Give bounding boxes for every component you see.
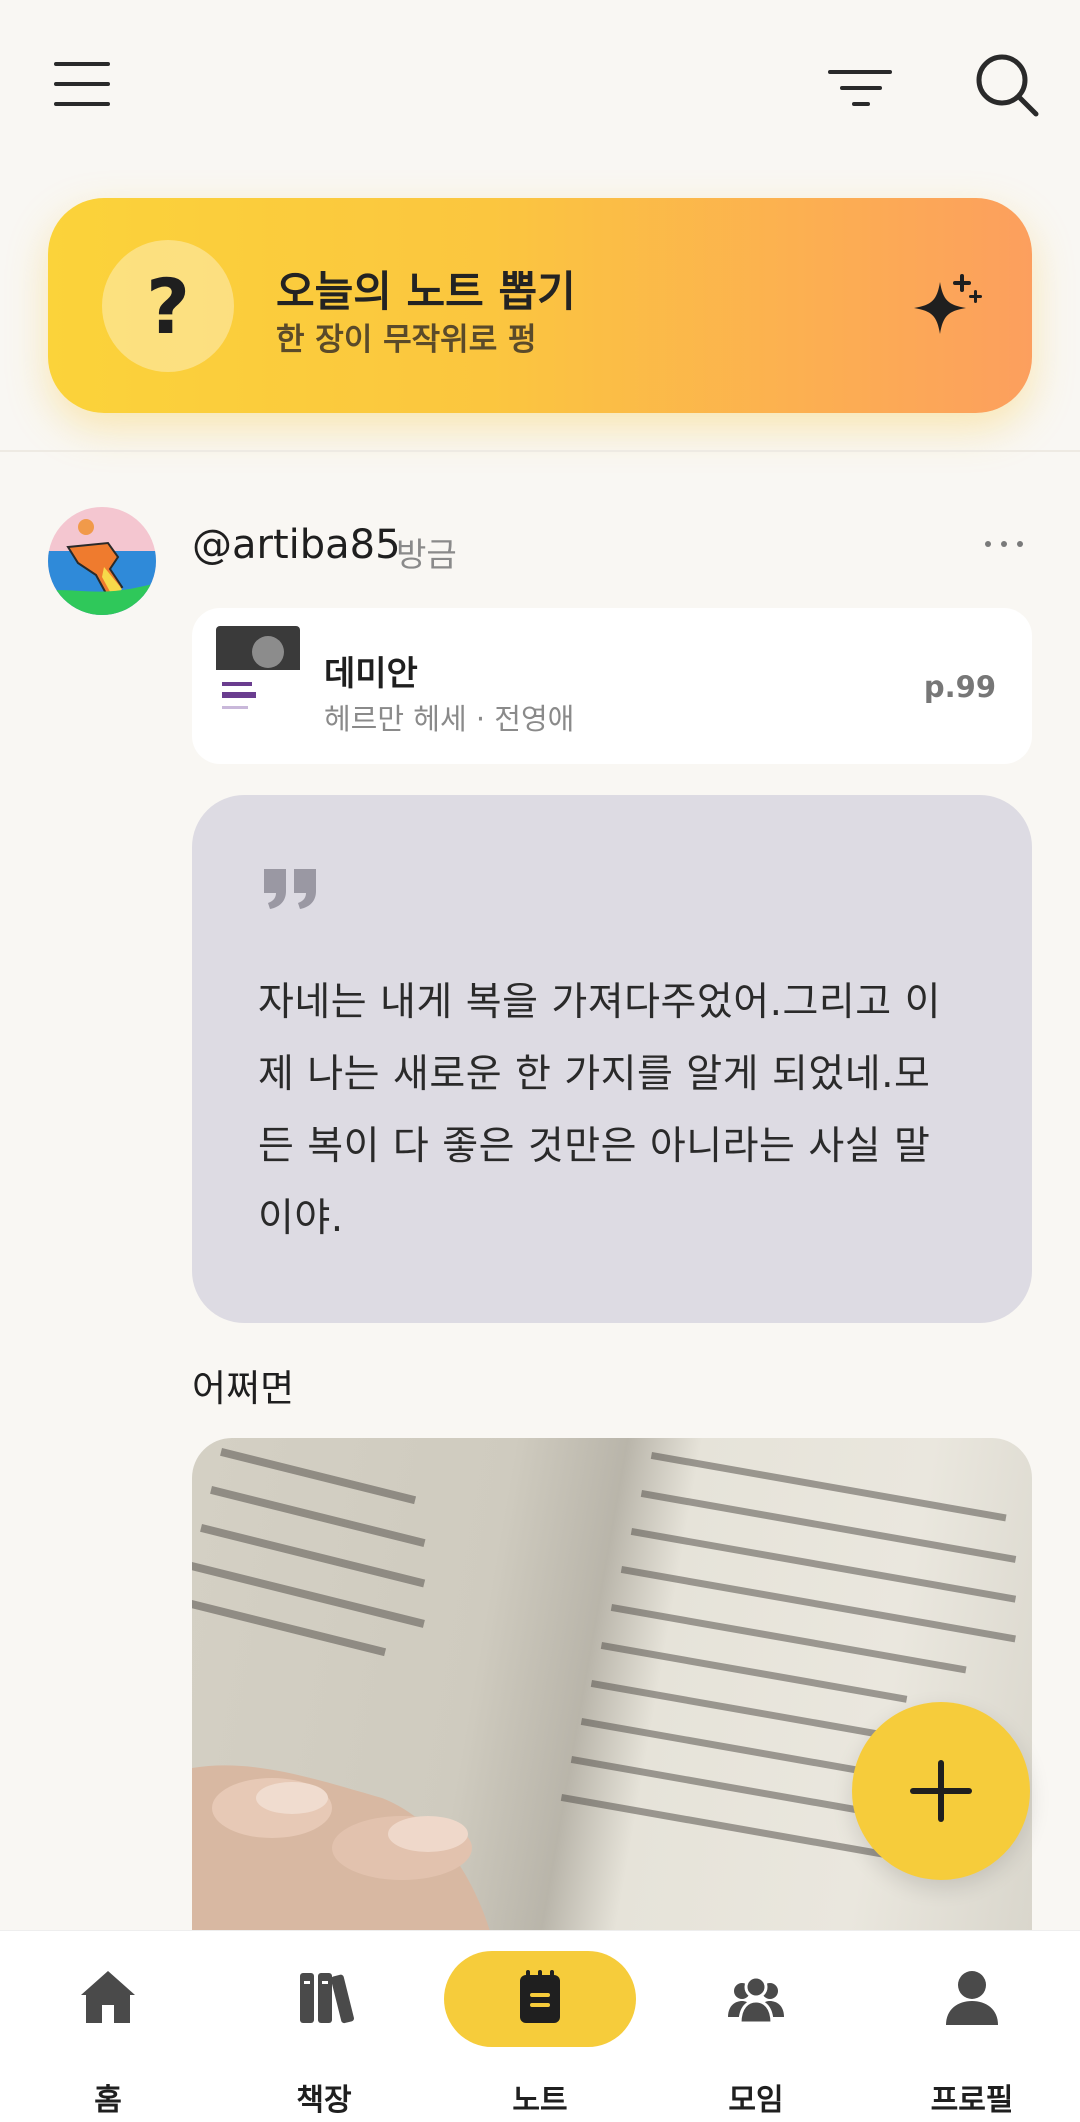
group-icon [728,1975,784,2025]
plus-icon [910,1760,972,1822]
banner-title: 오늘의 노트 뽑기 [276,267,576,316]
more-horizontal-icon[interactable] [982,528,1026,560]
quote-line: 이야. [258,1196,344,1241]
top-bar [0,0,1080,180]
bottom-nav: 홈 책장 노트 모임 프로필 [0,1930,1080,2122]
banner-subtitle: 한 장이 무작위로 펑 [276,322,537,358]
post-time: 방금 [396,535,457,574]
hamburger-menu-icon[interactable] [52,58,112,110]
quote-line: 제 나는 새로운 한 가지를 알게 되었네.모 [258,1052,931,1097]
book-title: 데미안 [324,654,418,694]
username[interactable]: @artiba85 [192,522,401,568]
book-card[interactable]: 데미안 헤르만 헤세 · 전영애 p.99 [192,608,1032,764]
nav-label: 홈 [94,2083,122,2118]
book-cover [216,626,300,746]
nav-label: 프로필 [930,2083,1014,2118]
note-icon [520,1970,560,2023]
memo-text: 어쩌면 [192,1367,295,1410]
sparkle-icon [914,274,982,334]
nav-item-home[interactable]: 홈 [0,1931,216,2122]
profile-icon [946,1971,998,2025]
book-page: p.99 [923,670,996,704]
home-icon [81,1971,135,2023]
filter-icon[interactable] [826,64,896,112]
nav-label: 책장 [296,2083,352,2118]
nav-item-bookshelf[interactable]: 책장 [216,1931,432,2122]
quote-line: 자네는 내게 복을 가져다주었어.그리고 이 [258,980,941,1025]
bookshelf-icon [300,1973,354,2024]
random-note-banner[interactable]: ? 오늘의 노트 뽑기 한 장이 무작위로 펑 [48,198,1032,413]
nav-label: 노트 [512,2083,568,2118]
nav-label: 모임 [728,2083,784,2118]
nav-item-note[interactable]: 노트 [432,1931,648,2122]
question-mark-icon: ? [102,240,234,372]
avatar[interactable] [48,507,156,615]
quote-card[interactable]: 자네는 내게 복을 가져다주었어.그리고 이 제 나는 새로운 한 가지를 알게… [192,795,1032,1323]
nav-item-group[interactable]: 모임 [648,1931,864,2122]
search-icon[interactable] [974,52,1040,118]
quote-text: 자네는 내게 복을 가져다주었어.그리고 이 제 나는 새로운 한 가지를 알게… [258,967,978,1255]
add-note-button[interactable] [852,1702,1030,1880]
book-author: 헤르만 헤세 · 전영애 [324,702,575,736]
app-screen: ? 오늘의 노트 뽑기 한 장이 무작위로 펑 @artiba85 방금 데미안… [0,0,1080,2122]
quote-mark-icon [264,869,316,909]
divider [0,450,1080,452]
nav-item-profile[interactable]: 프로필 [864,1931,1080,2122]
quote-line: 든 복이 다 좋은 것만은 아니라는 사실 말 [258,1124,931,1169]
